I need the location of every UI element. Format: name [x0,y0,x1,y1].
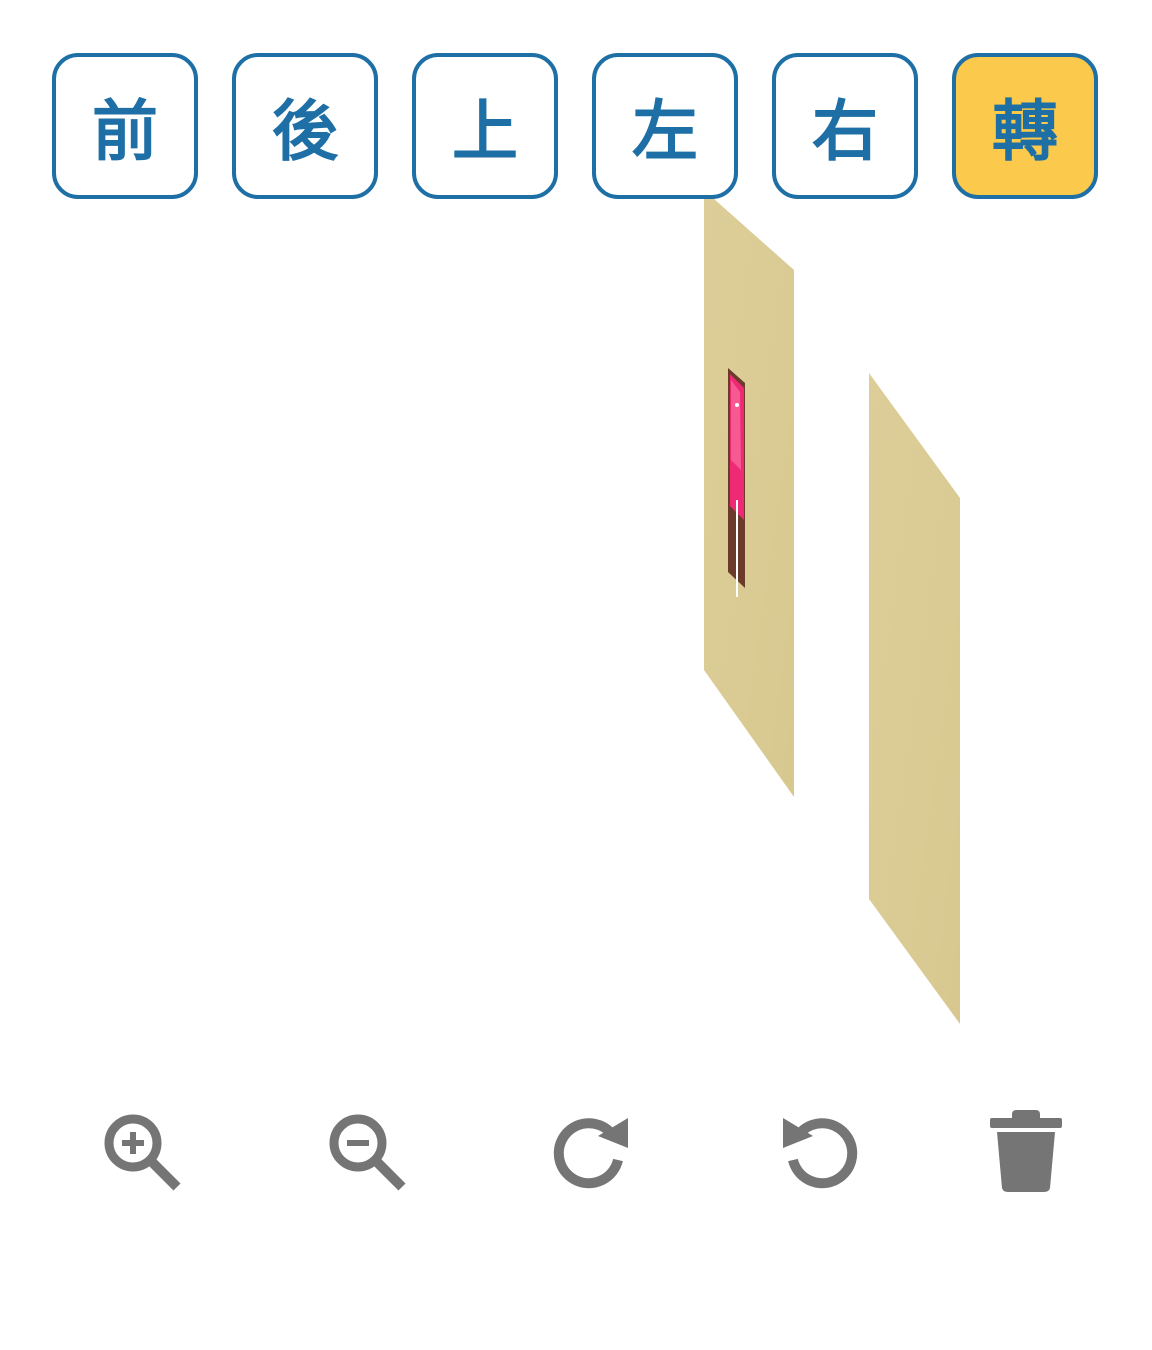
view-button-bar: 前 後 上 左 右 轉 [0,0,1152,210]
rotate-counterclockwise-icon [783,1118,858,1189]
view-rotate-label: 轉 [992,93,1058,170]
zoom-in-button[interactable] [97,1108,187,1198]
view-top-button[interactable]: 上 [412,53,558,199]
view-right-label: 右 [812,93,878,170]
rotate-clockwise-icon [553,1118,628,1189]
view-left-button[interactable]: 左 [592,53,738,199]
picture-on-panel[interactable] [728,368,745,597]
zoom-out-icon [329,1114,406,1191]
rotate-counterclockwise-button[interactable] [773,1108,863,1198]
view-front-button[interactable]: 前 [52,53,198,199]
view-back-button[interactable]: 後 [232,53,378,199]
view-back-label: 後 [272,93,338,170]
trash-icon [990,1110,1062,1192]
zoom-in-icon [104,1114,181,1191]
delete-button[interactable] [982,1108,1072,1198]
zoom-out-button[interactable] [322,1108,412,1198]
view-right-button[interactable]: 右 [772,53,918,199]
view-front-label: 前 [92,93,158,170]
rotate-clockwise-button[interactable] [548,1108,638,1198]
panel-front[interactable] [704,190,794,797]
view-rotate-button[interactable]: 轉 [952,53,1098,199]
view-top-label: 上 [452,93,518,170]
panel-back[interactable] [869,373,960,1024]
view-left-label: 左 [632,93,698,170]
